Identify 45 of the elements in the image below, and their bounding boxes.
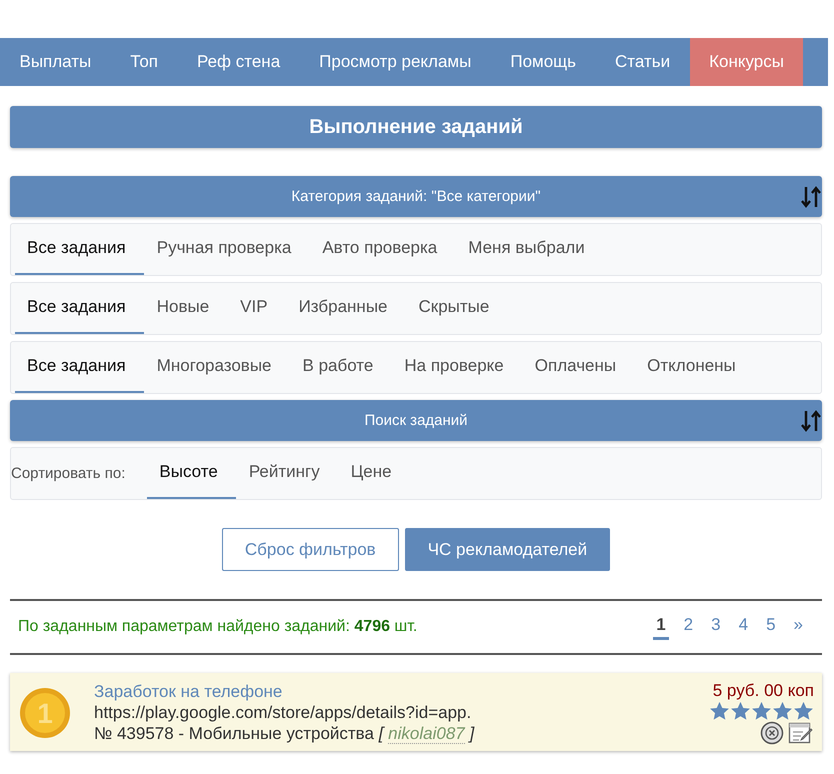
filter-tab[interactable]: VIP [228, 283, 286, 334]
sort-tab[interactable]: Цене [338, 448, 410, 499]
reset-button[interactable]: Сброс фильтров [222, 528, 399, 571]
filter-tab[interactable]: Многоразовые [144, 342, 290, 393]
sort-tab[interactable]: Рейтингу [236, 448, 338, 499]
nav-link[interactable]: Выплаты [0, 38, 111, 86]
task-price: 5 руб. 00 коп [712, 681, 814, 701]
search-header[interactable]: Поиск заданий [10, 400, 822, 441]
page-link[interactable]: 5 [763, 614, 779, 640]
page-link[interactable]: 2 [680, 614, 696, 640]
filter-tab[interactable]: Все задания [15, 224, 144, 275]
results-text: По заданным параметрам найдено заданий: 4796 шт. [18, 618, 418, 636]
filter-tab[interactable]: Меня выбрали [456, 224, 603, 275]
page-title: Выполнение заданий [10, 106, 822, 148]
filter-tab[interactable]: Новые [144, 283, 228, 334]
coin-icon: 1 [18, 686, 72, 740]
page-link[interactable]: 1 [653, 614, 669, 640]
blacklist-button[interactable]: ЧС рекламодателей [404, 528, 610, 571]
task-url: https://play.google.com/store/apps/details?id=app. [94, 702, 472, 723]
sort-label: Сортировать по: [11, 465, 126, 482]
filter-tab[interactable]: На проверке [392, 342, 522, 393]
sort-tab[interactable]: Высоте [147, 448, 236, 499]
nav-link[interactable]: Реф стена [178, 38, 300, 86]
nav-link[interactable]: Статьи [596, 38, 690, 86]
filter-tab[interactable]: В работе [290, 342, 392, 393]
filter-tab[interactable]: Скрытые [406, 283, 508, 334]
sort-icon[interactable] [800, 185, 822, 209]
nav-link[interactable]: Просмотр рекламы [300, 38, 491, 86]
filter-tab[interactable]: Оплачены [522, 342, 634, 393]
filter-tab[interactable]: Все задания [15, 342, 144, 393]
filter-tab[interactable]: Авто проверка [310, 224, 456, 275]
filter-tab[interactable]: Все задания [15, 283, 144, 334]
filter-tab[interactable]: Избранные [286, 283, 406, 334]
page-link[interactable]: 4 [736, 614, 752, 640]
filter-tab[interactable]: Отклонены [635, 342, 754, 393]
close-icon[interactable] [760, 721, 784, 745]
page-link[interactable]: » [790, 614, 806, 640]
task-meta: № 439578 - Мобильные устройства [ nikolai087 ] [94, 723, 476, 744]
nav-link[interactable]: Помощь [490, 38, 596, 86]
filter-tab[interactable]: Ручная проверка [144, 224, 310, 275]
category-header[interactable]: Категория заданий: "Все категории" [10, 176, 822, 217]
page-link[interactable]: 3 [708, 614, 724, 640]
sort-icon[interactable] [800, 409, 822, 433]
edit-note-icon[interactable] [788, 721, 814, 745]
nav-link[interactable]: Топ [110, 38, 178, 86]
